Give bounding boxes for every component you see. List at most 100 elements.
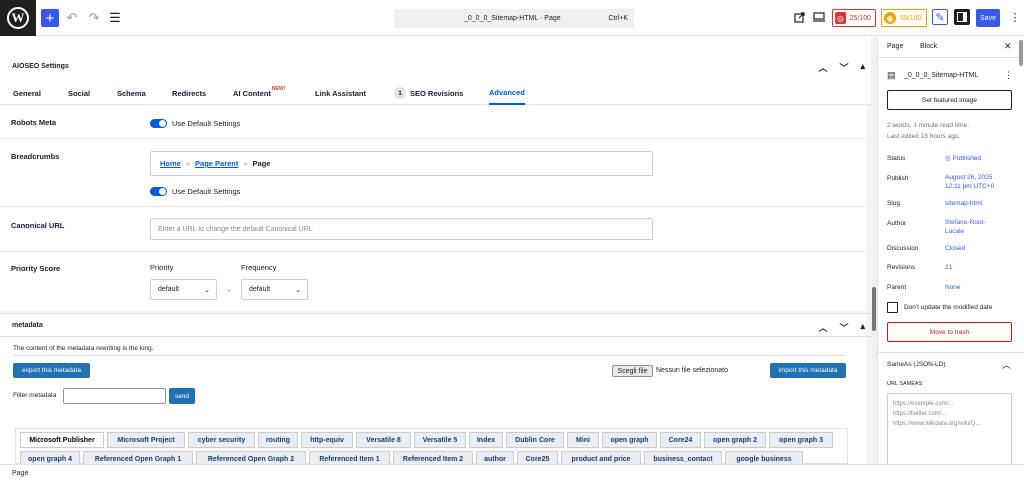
caret-up-icon[interactable]: ▴ [860,61,865,74]
set-featured-image-button[interactable]: Set featured image [887,90,1012,110]
sameas-placeholder-2: https://twitter.com/... [893,411,947,417]
frequency-select-value: default [249,286,271,293]
aioseo-tabs: General Social Schema Redirects AI Conte… [0,81,871,105]
undo-icon[interactable]: ↶ [64,9,80,27]
magic-wand-icon[interactable]: ✎ [932,9,948,25]
tab-social[interactable]: Social [68,81,90,105]
breadcrumbs-default-toggle[interactable] [150,187,167,196]
revisions-count-badge: 1 [394,87,406,99]
meta-tab-open-graph[interactable]: open graph [602,432,657,448]
chevron-down-icon[interactable]: ﹀ [839,321,848,334]
import-metadata-button[interactable]: import this metadata [770,363,846,378]
scrollbar-thumb[interactable] [872,287,876,331]
sameas-placeholder-1: https://example.com/... [893,401,954,407]
status-value[interactable]: ◎ Published [945,154,981,163]
tab-link-assistant[interactable]: Link Assistant [315,81,366,105]
chevron-up-icon[interactable]: ︿ [1002,358,1011,371]
redo-icon[interactable]: ↷ [86,9,102,27]
slug-value[interactable]: sitemap-html [945,199,982,208]
meta-tab-open-graph-3[interactable]: open graph 3 [769,432,833,448]
filter-metadata-input[interactable] [63,388,166,404]
tab-advanced[interactable]: Advanced [489,81,525,105]
preview-device-icon[interactable] [812,10,826,24]
tab-schema[interactable]: Schema [117,81,146,105]
caret-up-icon[interactable]: ▴ [860,321,865,334]
sidebar-scrollbar-thumb[interactable] [1019,40,1023,66]
block-inserter-button[interactable]: + [41,9,59,27]
choose-file-button[interactable]: Scegli file [612,365,653,377]
tab-general[interactable]: General [13,81,41,105]
doc-actions-icon[interactable]: ⋮ [1004,70,1013,81]
tab-seo-revisions[interactable]: 1 SEO Revisions [394,81,463,105]
sameas-title: SameAs (JSON-LD) [887,361,946,368]
parent-value[interactable]: None [945,283,961,292]
breadcrumb-home-link[interactable]: Home [160,159,181,168]
sameas-textarea[interactable]: https://example.com/... https://twitter.… [887,393,1012,464]
meta-tab-mini[interactable]: Mini [567,432,599,448]
publish-value[interactable]: August 26, 2025 12:11 pm UTC+0 [945,173,994,191]
chevron-up-icon[interactable]: ︿ [818,321,827,334]
wordpress-logo-button[interactable]: W [0,0,36,36]
frequency-sublabel: Frequency [241,263,277,272]
command-palette-button[interactable]: _0_0_0_Sitemap-HTML · Page Ctrl+K [394,9,634,28]
canonical-label: Canonical URL [11,221,65,230]
chevron-up-icon[interactable]: ︿ [818,61,827,74]
meta-tab-microsoft-project[interactable]: Microsoft Project [107,432,185,448]
breadcrumb-parent-link[interactable]: Page Parent [195,159,238,168]
chevron-down-icon: ⌄ [295,286,301,294]
meta-tab-open-graph-2[interactable]: open graph 2 [704,432,766,448]
send-button[interactable]: send [169,388,195,404]
author-value[interactable]: Stefano-Root- Locale [945,218,985,236]
priority-select[interactable]: default ⌄ [150,279,217,300]
url-sameas-label: URL SAMEAS [887,381,923,387]
chevron-down-icon: ⌄ [204,286,210,294]
tab-page[interactable]: Page [887,43,903,50]
meta-tab-http-equiv[interactable]: http-equiv [301,432,353,448]
robots-default-toggle[interactable] [150,119,167,128]
frequency-select[interactable]: default ⌄ [241,279,308,300]
summary-edited: Last edited 18 hours ago. [887,133,961,140]
meta-tab-dublin-core[interactable]: Dublin Core [506,432,564,448]
seo-score-button[interactable]: ◎ 25/100 [832,9,876,27]
document-overview-icon[interactable]: ☰ [108,9,122,27]
breadcrumb-separator: » [243,159,248,168]
meta-tab-versatile-5[interactable]: Versatile 5 [414,432,466,448]
view-external-icon[interactable] [792,10,806,24]
save-button[interactable]: Save [976,9,1000,27]
tab-block[interactable]: Block [920,43,937,50]
meta-tab-cyber-security[interactable]: cyber security [188,432,255,448]
metadata-header: metadata ︿ ﹀ ▴ [0,313,871,337]
chevron-down-icon[interactable]: ﹀ [839,61,848,74]
breadcrumb-separator: » [185,159,191,168]
priority-select-value: default [158,286,180,293]
meta-tab-index[interactable]: Index [469,432,503,448]
meta-tab-core24[interactable]: Core24 [660,432,701,448]
export-metadata-button[interactable]: export this metadata [13,363,90,378]
editor-top-bar: W + ↶ ↷ ☰ _0_0_0_Sitemap-HTML · Page Ctr… [0,0,1024,36]
canonical-url-input[interactable]: Enter a URL to change the default Canoni… [150,218,653,240]
status-value-text: Published [952,155,982,162]
modified-date-checkbox[interactable] [887,302,898,313]
settings-sidebar-icon[interactable] [954,9,970,25]
priority-row: Priority Score Priority Frequency defaul… [0,252,866,310]
robots-meta-label: Robots Meta [11,118,56,127]
range-dash: - [228,286,231,295]
revisions-value[interactable]: 21 [945,263,952,272]
meta-tab-versatile-8[interactable]: Versatile 8 [356,432,411,448]
publish-date: August 26, 2025 [945,174,993,181]
move-to-trash-button[interactable]: Move to trash [887,322,1012,342]
tab-redirects[interactable]: Redirects [172,81,206,105]
options-menu-icon[interactable]: ⋮ [1008,10,1022,24]
meta-tab-microsoft-publisher[interactable]: Microsoft Publisher [20,432,104,448]
discussion-label: Discussion [887,245,919,252]
footer-breadcrumb[interactable]: Page [12,470,28,477]
discussion-value[interactable]: Closed [945,244,965,253]
close-icon[interactable]: ✕ [1004,41,1012,52]
tab-ai-content[interactable]: AI Content NEW! [233,81,285,105]
panel-title: AIOSEO Settings [12,62,69,70]
breadcrumbs-default-label: Use Default Settings [172,187,241,196]
aioseo-icon: ◎ [835,12,846,24]
new-badge: NEW! [271,86,286,92]
meta-tab-routing[interactable]: routing [258,432,298,448]
truseo-score-button[interactable]: ◉ 59/100 [881,9,927,27]
